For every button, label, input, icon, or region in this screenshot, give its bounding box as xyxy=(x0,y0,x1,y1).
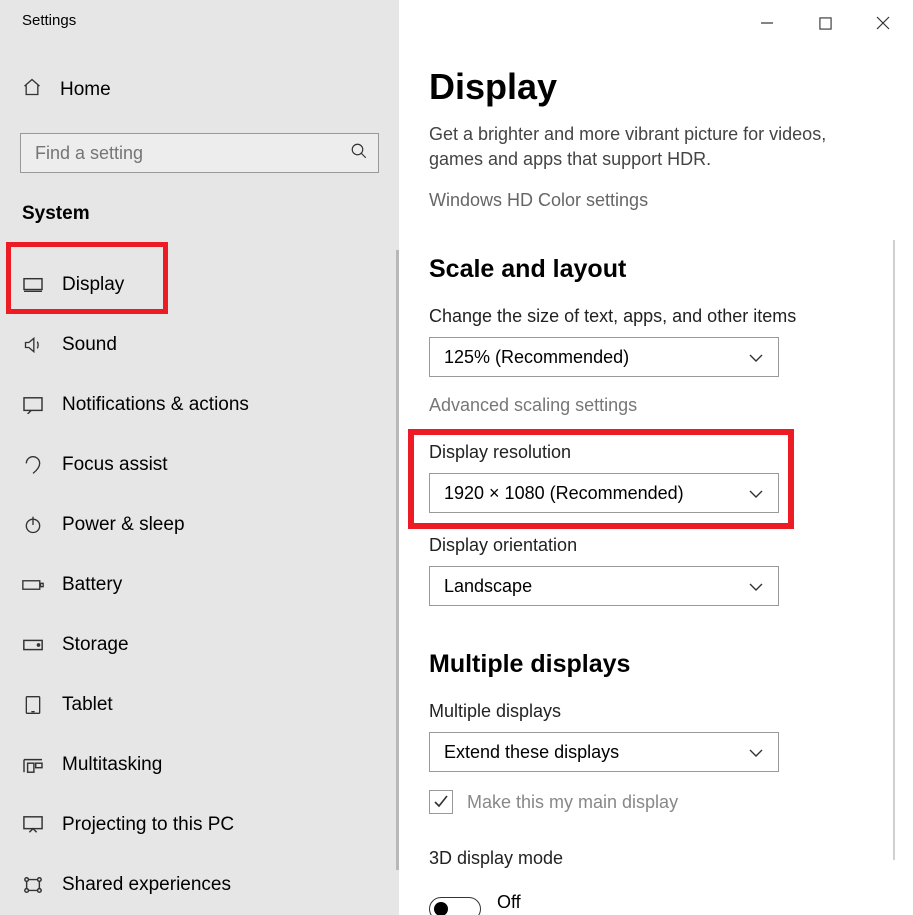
share-icon xyxy=(22,874,44,896)
home-label: Home xyxy=(60,79,111,101)
sound-icon xyxy=(22,334,44,356)
orientation-label: Display orientation xyxy=(429,535,883,556)
resolution-value: 1920 × 1080 (Recommended) xyxy=(444,483,684,504)
search-input[interactable] xyxy=(35,143,318,164)
checkbox-icon[interactable] xyxy=(429,790,453,814)
scale-heading: Scale and layout xyxy=(429,255,883,284)
nav-focus[interactable]: Focus assist xyxy=(0,435,399,495)
multi-value: Extend these displays xyxy=(444,742,619,763)
advanced-scaling-link[interactable]: Advanced scaling settings xyxy=(429,395,883,416)
power-icon xyxy=(22,514,44,536)
mode3d-value: Off xyxy=(497,892,521,913)
chevron-down-icon xyxy=(748,483,764,504)
storage-icon xyxy=(22,634,44,656)
display-icon xyxy=(22,274,44,296)
nav-notifications[interactable]: Notifications & actions xyxy=(0,375,399,435)
search-box[interactable] xyxy=(20,133,379,173)
resolution-label: Display resolution xyxy=(429,442,883,463)
content-pane: Display Get a brighter and more vibrant … xyxy=(399,0,913,915)
nav-label: Battery xyxy=(62,574,122,596)
nav-projecting[interactable]: Projecting to this PC xyxy=(0,795,399,855)
multi-heading: Multiple displays xyxy=(429,650,883,679)
home-icon xyxy=(22,77,42,102)
nav-label: Sound xyxy=(62,334,117,356)
tablet-icon xyxy=(22,694,44,716)
settings-window: Settings Home System Display Sound xyxy=(0,0,913,915)
mode3d-label: 3D display mode xyxy=(429,848,883,869)
scale-label: Change the size of text, apps, and other… xyxy=(429,306,883,327)
sidebar: Settings Home System Display Sound xyxy=(0,0,399,915)
home-button[interactable]: Home xyxy=(0,60,399,120)
multi-label: Multiple displays xyxy=(429,701,883,722)
chevron-down-icon xyxy=(748,742,764,763)
nav-sound[interactable]: Sound xyxy=(0,315,399,375)
nav-label: Multitasking xyxy=(62,754,162,776)
nav-label: Storage xyxy=(62,634,129,656)
main-display-label: Make this my main display xyxy=(467,792,678,813)
battery-icon xyxy=(22,574,44,596)
window-title: Settings xyxy=(0,0,399,46)
main-display-checkbox-row[interactable]: Make this my main display xyxy=(429,790,883,814)
section-label: System xyxy=(0,173,399,225)
notifications-icon xyxy=(22,394,44,416)
nav-label: Power & sleep xyxy=(62,514,185,536)
minimize-button[interactable] xyxy=(757,13,777,33)
titlebar xyxy=(429,0,893,40)
nav-multitask[interactable]: Multitasking xyxy=(0,735,399,795)
scale-dropdown[interactable]: 125% (Recommended) xyxy=(429,337,779,377)
scale-value: 125% (Recommended) xyxy=(444,347,629,368)
maximize-button[interactable] xyxy=(815,13,835,33)
nav-label: Focus assist xyxy=(62,454,168,476)
multi-dropdown[interactable]: Extend these displays xyxy=(429,732,779,772)
nav-tablet[interactable]: Tablet xyxy=(0,675,399,735)
toggle-knob xyxy=(434,902,448,915)
nav-battery[interactable]: Battery xyxy=(0,555,399,615)
content-scrollbar[interactable] xyxy=(893,240,895,860)
nav-storage[interactable]: Storage xyxy=(0,615,399,675)
nav-power[interactable]: Power & sleep xyxy=(0,495,399,555)
resolution-dropdown[interactable]: 1920 × 1080 (Recommended) xyxy=(429,473,779,513)
nav-label: Shared experiences xyxy=(62,874,231,896)
search-icon xyxy=(350,142,368,165)
close-button[interactable] xyxy=(873,13,893,33)
nav-label: Projecting to this PC xyxy=(62,814,234,836)
page-title: Display xyxy=(429,66,883,108)
focus-icon xyxy=(22,454,44,476)
nav-list: Display Sound Notifications & actions Fo… xyxy=(0,255,399,915)
hd-color-link[interactable]: Windows HD Color settings xyxy=(429,190,883,211)
mode3d-toggle[interactable] xyxy=(429,897,481,915)
nav-label: Display xyxy=(62,274,124,296)
multitask-icon xyxy=(22,754,44,776)
nav-label: Tablet xyxy=(62,694,113,716)
chevron-down-icon xyxy=(748,347,764,368)
orientation-value: Landscape xyxy=(444,576,532,597)
nav-label: Notifications & actions xyxy=(62,394,249,416)
nav-display[interactable]: Display xyxy=(0,255,399,315)
chevron-down-icon xyxy=(748,576,764,597)
intro-text: Get a brighter and more vibrant picture … xyxy=(429,122,874,172)
project-icon xyxy=(22,814,44,836)
nav-shared[interactable]: Shared experiences xyxy=(0,855,399,915)
orientation-dropdown[interactable]: Landscape xyxy=(429,566,779,606)
